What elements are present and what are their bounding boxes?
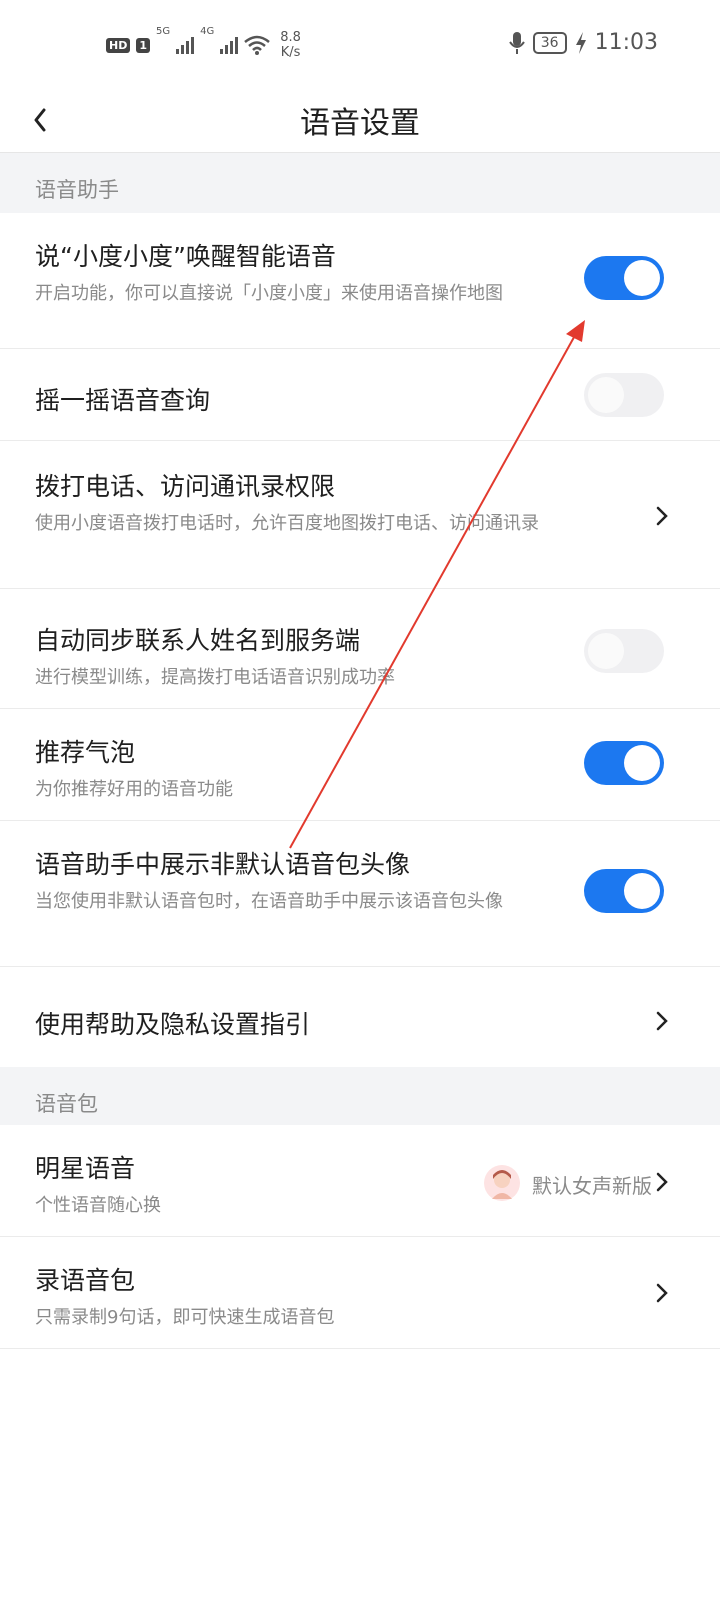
- speed-value: 8.8: [280, 30, 301, 45]
- chevron-right-icon: [656, 1011, 668, 1031]
- toggle-knob: [588, 377, 624, 413]
- network-5g-label: 5G: [156, 26, 171, 37]
- chevron-right-icon: [656, 1283, 668, 1303]
- setting-description: 为你推荐好用的语音功能: [35, 779, 233, 800]
- microphone-icon: [508, 31, 525, 54]
- page-title: 语音设置: [300, 106, 420, 141]
- setting-description: 进行模型训练，提高拨打电话语音识别成功率: [35, 667, 395, 688]
- signal-icon-2: [220, 36, 239, 54]
- setting-recommend-bubble[interactable]: 推荐气泡 为你推荐好用的语音功能: [0, 709, 720, 821]
- nav-header: 语音设置: [0, 90, 720, 153]
- sync-contacts-toggle[interactable]: [584, 629, 664, 673]
- setting-description: 当您使用非默认语音包时，在语音助手中展示该语音包头像: [35, 891, 503, 912]
- setting-show-voice-avatar[interactable]: 语音助手中展示非默认语音包头像 当您使用非默认语音包时，在语音助手中展示该语音包…: [0, 821, 720, 967]
- charging-icon: [575, 31, 586, 54]
- wifi-icon: [244, 35, 271, 55]
- setting-title: 摇一摇语音查询: [35, 386, 211, 415]
- setting-title: 录语音包: [35, 1266, 136, 1295]
- battery-indicator: 36: [532, 31, 567, 54]
- status-left: HD 1 5G 4G 8.8 K/s: [106, 26, 301, 60]
- shake-query-toggle[interactable]: [584, 373, 664, 417]
- recommend-bubble-toggle[interactable]: [584, 741, 664, 785]
- setting-title: 自动同步联系人姓名到服务端: [35, 626, 361, 655]
- setting-title: 说“小度小度”唤醒智能语音: [35, 242, 336, 271]
- setting-title: 语音助手中展示非默认语音包头像: [35, 850, 411, 879]
- current-voice-value: 默认女声新版: [532, 1174, 652, 1198]
- network-4g-label: 4G: [200, 26, 215, 37]
- toggle-knob: [624, 873, 660, 909]
- signal-icon: [176, 36, 195, 54]
- status-bar: HD 1 5G 4G 8.8 K/s 36 11:03: [0, 0, 720, 90]
- setting-title: 使用帮助及隐私设置指引: [35, 1010, 311, 1039]
- setting-title: 拨打电话、访问通讯录权限: [35, 472, 336, 501]
- setting-description: 使用小度语音拨打电话时，允许百度地图拨打电话、访问通讯录: [35, 513, 539, 534]
- toggle-knob: [624, 745, 660, 781]
- toggle-knob: [588, 633, 624, 669]
- speed-unit: K/s: [280, 45, 301, 60]
- setting-record-voice-pack[interactable]: 录语音包 只需录制9句话，即可快速生成语音包: [0, 1237, 720, 1349]
- setting-call-permission[interactable]: 拨打电话、访问通讯录权限 使用小度语音拨打电话时，允许百度地图拨打电话、访问通讯…: [0, 441, 720, 589]
- setting-description: 只需录制9句话，即可快速生成语音包: [35, 1307, 335, 1328]
- setting-sync-contacts[interactable]: 自动同步联系人姓名到服务端 进行模型训练，提高拨打电话语音识别成功率: [0, 589, 720, 709]
- section-header-assistant: 语音助手: [0, 153, 720, 213]
- setting-wake-word[interactable]: 说“小度小度”唤醒智能语音 开启功能，你可以直接说「小度小度」来使用语音操作地图: [0, 213, 720, 349]
- chevron-right-icon: [656, 1172, 668, 1192]
- network-speed: 8.8 K/s: [280, 30, 301, 60]
- setting-shake-query[interactable]: 摇一摇语音查询: [0, 349, 720, 441]
- status-right: 36 11:03: [508, 30, 658, 55]
- wake-word-toggle[interactable]: [584, 256, 664, 300]
- toggle-knob: [624, 260, 660, 296]
- hd-badge: HD: [106, 37, 131, 53]
- voice-avatar-icon: [484, 1165, 520, 1201]
- sim-badge: 1: [136, 37, 150, 53]
- show-voice-avatar-toggle[interactable]: [584, 869, 664, 913]
- setting-title: 推荐气泡: [35, 738, 136, 767]
- setting-description: 开启功能，你可以直接说「小度小度」来使用语音操作地图: [35, 283, 503, 304]
- setting-help-privacy[interactable]: 使用帮助及隐私设置指引: [0, 967, 720, 1067]
- setting-star-voice[interactable]: 明星语音 个性语音随心换 默认女声新版: [0, 1125, 720, 1237]
- setting-title: 明星语音: [35, 1154, 136, 1183]
- clock: 11:03: [594, 30, 658, 55]
- section-header-voice-packs: 语音包: [0, 1067, 720, 1125]
- chevron-right-icon: [656, 506, 668, 526]
